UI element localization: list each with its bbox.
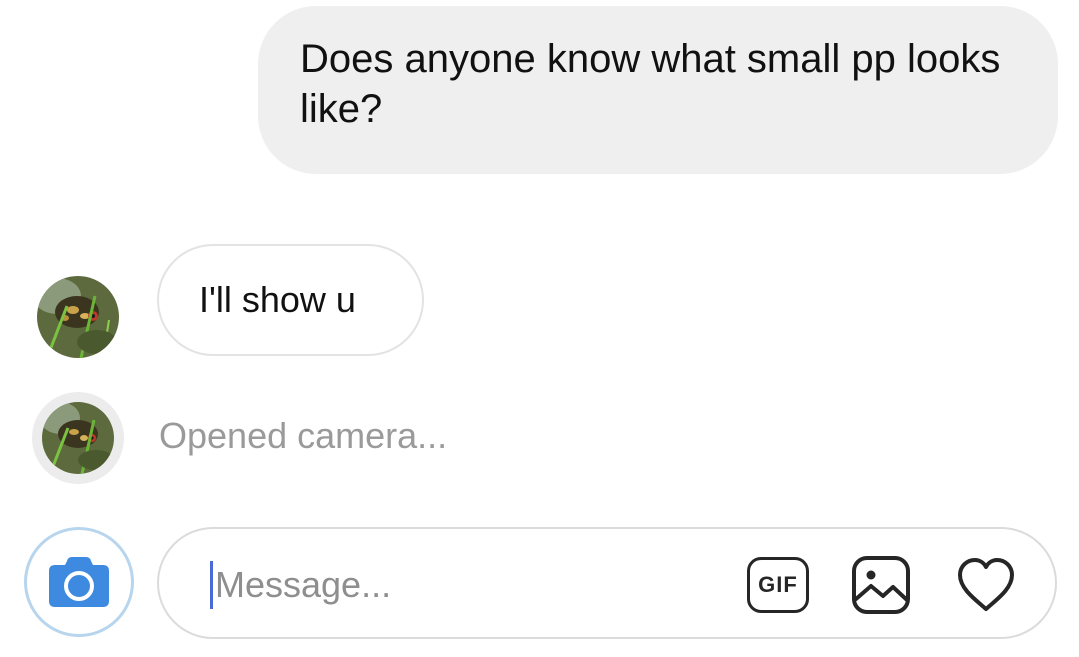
message-composer: GIF <box>157 527 1057 639</box>
sender-avatar[interactable] <box>37 276 119 358</box>
message-input[interactable] <box>215 557 735 613</box>
incoming-message-text: I'll show u <box>199 279 356 320</box>
sender-avatar-small[interactable] <box>42 402 114 474</box>
outgoing-message-text: Does anyone know what small pp looks lik… <box>300 37 1001 131</box>
turtle-photo <box>42 402 114 474</box>
text-caret <box>210 561 213 609</box>
incoming-message-bubble[interactable]: I'll show u <box>157 244 424 356</box>
heart-icon <box>958 558 1014 611</box>
camera-button[interactable] <box>24 527 134 637</box>
camera-icon <box>49 557 109 607</box>
turtle-photo <box>37 276 119 358</box>
gif-icon: GIF <box>758 572 798 597</box>
heart-button[interactable] <box>954 553 1018 617</box>
status-text: Opened camera... <box>159 415 448 456</box>
gallery-icon <box>852 556 910 614</box>
gif-button[interactable]: GIF <box>747 557 809 613</box>
outgoing-message-bubble[interactable]: Does anyone know what small pp looks lik… <box>258 6 1058 174</box>
gallery-button[interactable] <box>849 553 913 617</box>
